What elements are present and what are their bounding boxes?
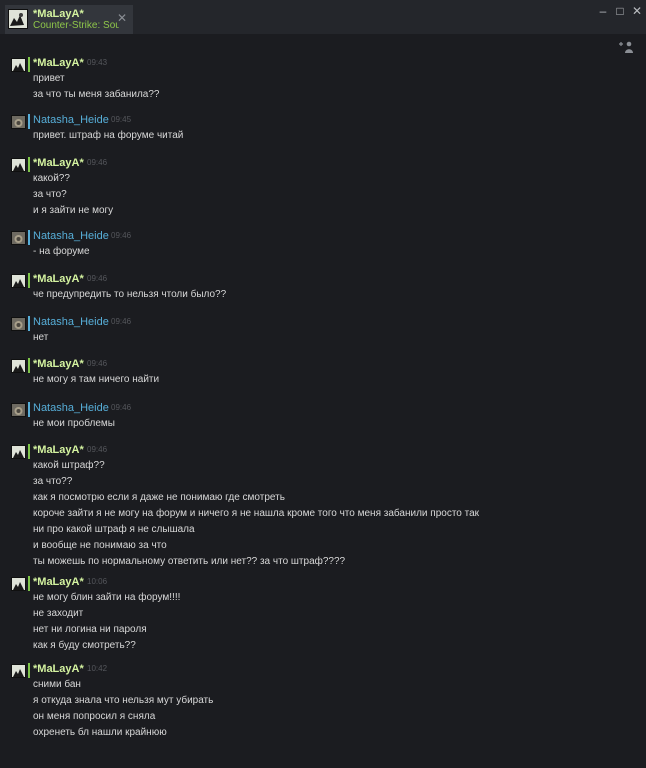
sender-avatar[interactable] <box>11 664 26 678</box>
status-bar <box>28 663 30 678</box>
message-line: привет. штраф на форуме читай <box>33 130 184 141</box>
message-line: за что?? <box>33 476 73 487</box>
minimize-button[interactable]: – <box>595 3 611 19</box>
message-line: короче зайти я не могу на форум и ничего… <box>33 508 480 519</box>
message-timestamp: 09:46 <box>111 231 132 240</box>
sender-avatar[interactable] <box>11 158 26 172</box>
status-bar <box>28 114 30 129</box>
status-bar <box>28 358 30 373</box>
message-line: не могу я там ничего найти <box>33 374 160 385</box>
message-timestamp: 09:46 <box>87 359 108 368</box>
message-timestamp: 09:46 <box>111 403 132 412</box>
sender-name[interactable]: *MaLayA* <box>33 358 84 370</box>
sender-name[interactable]: Natasha_Heide <box>33 402 109 414</box>
status-bar <box>28 316 30 331</box>
chat-history: *MaLayA* 09:43 привет за что ты меня забани… <box>0 34 646 768</box>
message-line: - на форуме <box>33 246 90 257</box>
sender-name[interactable]: Natasha_Heide <box>33 230 109 242</box>
sender-name[interactable]: *MaLayA* <box>33 576 84 588</box>
sender-name[interactable]: *MaLayA* <box>33 157 84 169</box>
message-line: не заходит <box>33 608 84 619</box>
tab-friend-name: *MaLayA* <box>33 8 84 20</box>
message-line: за что? <box>33 189 67 200</box>
status-bar <box>28 576 30 591</box>
message-line: какой штраф?? <box>33 460 105 471</box>
message-line: какой?? <box>33 173 70 184</box>
sender-avatar[interactable] <box>11 274 26 288</box>
message-timestamp: 10:42 <box>87 664 108 673</box>
sender-name[interactable]: *MaLayA* <box>33 663 84 675</box>
message-line: не мои проблемы <box>33 418 115 429</box>
message-line: привет <box>33 73 65 84</box>
message-line: как я посмотрю если я даже не понимаю гд… <box>33 492 285 503</box>
status-bar <box>28 402 30 417</box>
sender-name[interactable]: *MaLayA* <box>33 57 84 69</box>
message-line: ты можешь по нормальному ответить или не… <box>33 556 346 567</box>
message-timestamp: 09:46 <box>87 158 108 167</box>
message-line: сними бан <box>33 679 81 690</box>
title-bar: *MaLayA* Counter-Strike: Source ✕ – □ ✕ <box>0 0 646 34</box>
chat-tab[interactable]: *MaLayA* Counter-Strike: Source ✕ <box>5 5 133 34</box>
status-bar <box>28 444 30 459</box>
message-line: я откуда знала что нельзя мут убирать <box>33 695 214 706</box>
message-timestamp: 09:46 <box>111 317 132 326</box>
message-line: и вообще не понимаю за что <box>33 540 167 551</box>
sender-name[interactable]: *MaLayA* <box>33 273 84 285</box>
sender-avatar[interactable] <box>11 317 26 331</box>
status-bar <box>28 273 30 288</box>
message-line: охренеть бл нашли крайнюю <box>33 727 167 738</box>
message-line: он меня попросил я сняла <box>33 711 156 722</box>
message-line: не могу блин зайти на форум!!!! <box>33 592 181 603</box>
message-line: ни про какой штраф я не слышала <box>33 524 195 535</box>
message-timestamp: 09:46 <box>87 274 108 283</box>
voice-settings-icon[interactable] <box>616 40 636 56</box>
message-line: нет <box>33 332 49 343</box>
message-line: и я зайти не могу <box>33 205 114 216</box>
message-timestamp: 09:43 <box>87 58 108 67</box>
message-line: как я буду смотреть?? <box>33 640 136 651</box>
sender-avatar[interactable] <box>11 577 26 591</box>
message-line: нет ни логина ни пароля <box>33 624 147 635</box>
message-timestamp: 09:45 <box>111 115 132 124</box>
maximize-button[interactable]: □ <box>612 3 628 19</box>
close-window-button[interactable]: ✕ <box>629 3 645 19</box>
sender-avatar[interactable] <box>11 58 26 72</box>
sender-avatar[interactable] <box>11 231 26 245</box>
message-line: че предупредить то нельзя чтоли было?? <box>33 289 227 300</box>
message-line: за что ты меня забанила?? <box>33 89 160 100</box>
sender-avatar[interactable] <box>11 115 26 129</box>
sender-avatar[interactable] <box>11 445 26 459</box>
status-bar <box>28 230 30 245</box>
avatar-image <box>9 10 27 28</box>
sender-name[interactable]: *MaLayA* <box>33 444 84 456</box>
message-timestamp: 09:46 <box>87 445 108 454</box>
sender-avatar[interactable] <box>11 359 26 373</box>
tab-game-status: Counter-Strike: Source <box>33 20 119 31</box>
close-icon[interactable]: ✕ <box>117 12 127 24</box>
status-bar <box>28 57 30 72</box>
message-timestamp: 10:06 <box>87 577 108 586</box>
sender-avatar[interactable] <box>11 403 26 417</box>
sender-name[interactable]: Natasha_Heide <box>33 114 109 126</box>
friend-avatar <box>8 9 28 29</box>
sender-name[interactable]: Natasha_Heide <box>33 316 109 328</box>
status-bar <box>28 157 30 172</box>
